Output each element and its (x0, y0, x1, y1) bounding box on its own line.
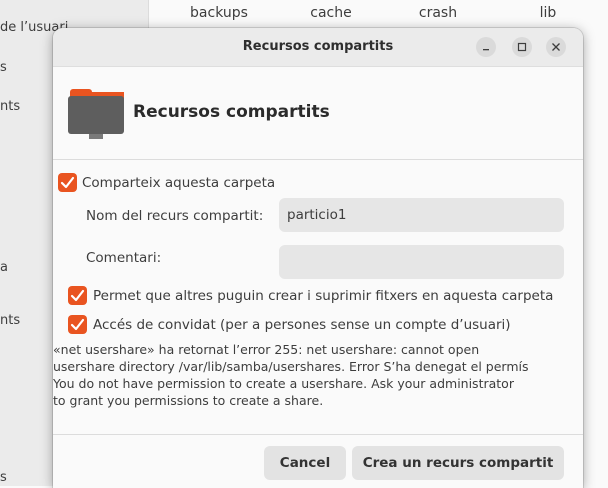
cancel-button[interactable]: Cancel (264, 446, 346, 480)
allow-write-label[interactable]: Permet que altres puguin crear i suprimi… (93, 288, 553, 304)
sidebar-item-4[interactable]: a (0, 260, 8, 275)
dialog-header: Recursos compartits (53, 67, 583, 159)
header-separator (53, 159, 583, 160)
share-folder-label[interactable]: Comparteix aquesta carpeta (82, 175, 275, 191)
error-message: «net usershare» ha retornat l’error 255:… (53, 341, 583, 409)
header-title: Recursos compartits (133, 102, 330, 122)
guest-access-label[interactable]: Accés de convidat (per a persones sense … (93, 317, 511, 333)
error-line: usershare directory /var/lib/samba/users… (53, 359, 529, 374)
maximize-icon (517, 42, 527, 52)
checkmark-icon (60, 176, 75, 189)
share-name-field[interactable]: particio1 (279, 198, 564, 232)
dialog-title: Recursos compartits (242, 39, 394, 54)
share-folder-checkbox[interactable] (58, 173, 77, 192)
sidebar-item-2[interactable]: s (0, 60, 7, 75)
folder-cache[interactable]: cache (281, 5, 381, 21)
sidebar-item-5[interactable]: nts (0, 313, 20, 328)
dialog-titlebar[interactable]: Recursos compartits (53, 28, 583, 67)
folder-share-icon (68, 89, 124, 139)
checkmark-icon (70, 289, 85, 302)
error-line: to grant you permissions to create a sha… (53, 393, 324, 408)
close-icon (552, 43, 560, 51)
sidebar-item-6[interactable]: s (0, 470, 7, 485)
error-line: You do not have permission to create a u… (53, 376, 514, 391)
allow-write-checkbox[interactable] (68, 286, 87, 305)
close-button[interactable] (546, 37, 566, 57)
guest-access-checkbox[interactable] (68, 315, 87, 334)
maximize-button[interactable] (512, 37, 532, 57)
footer-separator (53, 434, 583, 435)
comment-label: Comentari: (86, 250, 162, 266)
error-line: «net usershare» ha retornat l’error 255:… (53, 342, 480, 357)
folder-lib[interactable]: lib (498, 5, 598, 21)
folder-crash[interactable]: crash (388, 5, 488, 21)
minimize-button[interactable] (476, 37, 496, 57)
sidebar-item-3[interactable]: nts (0, 99, 20, 114)
folder-backups[interactable]: backups (169, 5, 269, 21)
share-name-label: Nom del recurs compartit: (86, 208, 264, 224)
comment-field[interactable] (279, 245, 564, 279)
minimize-icon (483, 49, 489, 51)
checkmark-icon (70, 318, 85, 331)
create-share-button[interactable]: Crea un recurs compartit (352, 446, 564, 480)
share-dialog: Recursos compartits Recursos compartits … (53, 28, 583, 488)
